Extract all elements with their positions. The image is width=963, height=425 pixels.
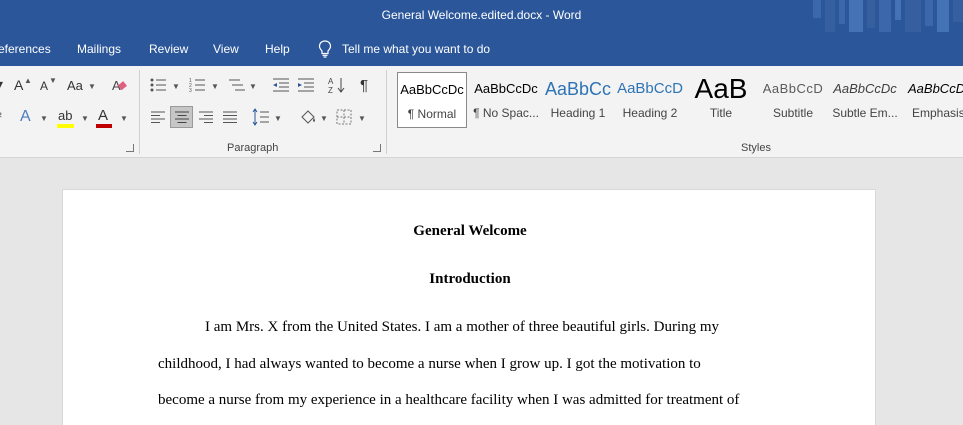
font-color-bar [96, 124, 112, 128]
tell-me-text: Tell me what you want to do [342, 42, 491, 56]
title-bar-pattern [813, 0, 963, 32]
highlight-color-bar [57, 124, 74, 128]
group-separator [139, 70, 140, 154]
paragraph-line: I am Mrs. X from the United States. I am… [205, 319, 720, 335]
grow-arrow-icon: ▲ [24, 76, 32, 85]
paragraph-line: become a nurse from my experience in a h… [158, 392, 740, 408]
shading-caret-icon: ▼ [320, 114, 328, 123]
font-dropdown-edge-icon: ² [0, 112, 2, 123]
svg-text:Z: Z [328, 86, 333, 94]
change-case-caret-icon: ▼ [88, 82, 96, 91]
style-name: Emphasis [912, 106, 963, 120]
paragraph-dialog-launcher-icon[interactable] [373, 144, 381, 152]
paragraph-line: childhood, I had always wanted to become… [158, 356, 701, 372]
increase-indent-icon[interactable] [297, 77, 315, 93]
text-effects-icon[interactable]: A [20, 109, 31, 125]
group-separator [386, 70, 387, 154]
style-name: Heading 2 [622, 106, 678, 120]
change-case-icon[interactable]: Aa [67, 79, 83, 92]
bullets-icon[interactable] [150, 77, 168, 93]
align-right-icon[interactable] [198, 110, 214, 124]
style-heading-1[interactable]: AaBbCc Heading 1 [543, 72, 613, 128]
style-name: ¶ No Spac... [473, 106, 539, 120]
justify-icon[interactable] [222, 110, 238, 124]
line-spacing-icon[interactable] [252, 108, 270, 126]
style-preview: AaB [694, 73, 748, 104]
tab-help[interactable]: Help [265, 42, 290, 56]
borders-icon[interactable] [336, 109, 352, 125]
shrink-arrow-icon: ▼ [49, 76, 57, 85]
style-preview: AaBbCcDc [474, 81, 538, 96]
numbering-icon[interactable]: 1 2 3 [189, 77, 207, 93]
show-marks-icon[interactable]: ¶ [360, 78, 368, 93]
align-center-button[interactable] [170, 106, 193, 128]
tab-mailings[interactable]: Mailings [77, 42, 121, 56]
tab-references[interactable]: eferences [0, 42, 51, 56]
style-name: Title [709, 106, 733, 120]
borders-caret-icon: ▼ [358, 114, 366, 123]
style-name: Subtitle [772, 106, 814, 120]
style-subtitle[interactable]: AaBbCcD Subtitle [758, 72, 828, 128]
style-no-spacing[interactable]: AaBbCcDc ¶ No Spac... [471, 72, 541, 128]
tab-review[interactable]: Review [149, 42, 188, 56]
multilevel-caret-icon: ▼ [249, 82, 257, 91]
align-left-icon[interactable] [150, 110, 166, 124]
text-effects-caret-icon: ▼ [40, 114, 48, 123]
style-preview: AaBbCc [544, 79, 612, 99]
style-preview: AaBbCcDc [833, 81, 897, 96]
style-name: Heading 1 [550, 106, 606, 120]
shading-icon[interactable] [299, 108, 317, 126]
ribbon: ▾ A ▲ A ▼ Aa ▼ A ² A ▼ ab ▼ A ▼ ▼ 1 2 3 … [0, 66, 963, 158]
highlight-caret-icon: ▼ [81, 114, 89, 123]
style-emphasis[interactable]: AaBbCcDc Emphasis [902, 72, 963, 128]
font-dialog-launcher-icon[interactable] [126, 144, 134, 152]
style-title[interactable]: AaB Title [686, 72, 756, 128]
styles-group-label: Styles [741, 142, 771, 154]
grow-font-icon[interactable]: A [14, 78, 23, 92]
document-heading: General Welcome [413, 223, 527, 239]
bullets-caret-icon: ▼ [172, 82, 180, 91]
ribbon-tabs: eferences Mailings Review View Help Tell… [0, 32, 963, 66]
style-preview: AaBbCcDc [908, 81, 963, 96]
multilevel-list-icon[interactable] [228, 77, 246, 93]
font-color-icon[interactable]: A [98, 108, 108, 123]
title-bar: General Welcome.edited.docx - Word [0, 0, 963, 32]
style-heading-2[interactable]: AaBbCcD Heading 2 [615, 72, 685, 128]
style-preview: AaBbCcDc [400, 82, 464, 97]
style-preview: AaBbCcD [617, 80, 683, 97]
style-name: Subtle Em... [832, 106, 898, 120]
svg-text:A: A [328, 77, 334, 86]
font-color-caret-icon: ▼ [120, 114, 128, 123]
paragraph-group-label: Paragraph [227, 142, 279, 154]
tab-view[interactable]: View [213, 42, 239, 56]
document-canvas[interactable]: General Welcome Introduction I am Mrs. X… [0, 158, 963, 425]
tell-me-box[interactable]: Tell me what you want to do [318, 40, 490, 58]
highlight-icon[interactable]: ab [58, 109, 72, 122]
decrease-indent-icon[interactable] [272, 77, 290, 93]
numbering-caret-icon: ▼ [211, 82, 219, 91]
document-subheading: Introduction [429, 271, 511, 287]
clear-formatting-icon[interactable]: A [112, 77, 128, 93]
style-name: ¶ Normal [407, 107, 457, 121]
lightbulb-icon [318, 40, 332, 58]
shrink-font-icon[interactable]: A [40, 80, 48, 92]
align-center-icon [175, 111, 189, 123]
style-normal[interactable]: AaBbCcDc ¶ Normal [397, 72, 467, 128]
svg-text:3: 3 [189, 88, 192, 93]
line-spacing-caret-icon: ▼ [274, 114, 282, 123]
document-page[interactable]: General Welcome Introduction I am Mrs. X… [62, 189, 876, 425]
style-preview: AaBbCcD [762, 81, 824, 96]
font-size-dropdown-edge-icon[interactable]: ▾ [0, 78, 3, 90]
style-subtle-emphasis[interactable]: AaBbCcDc Subtle Em... [830, 72, 900, 128]
sort-icon[interactable]: AZ [328, 76, 346, 94]
